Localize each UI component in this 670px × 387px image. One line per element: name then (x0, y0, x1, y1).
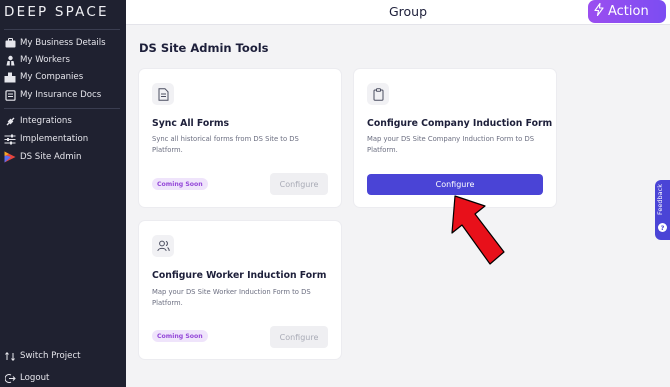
sidebar-item-my-workers[interactable]: My Workers (4, 52, 70, 68)
sidebar-item-label: My Business Details (20, 38, 106, 48)
card-configure-company-induction-form: Configure Company Induction Form Map you… (354, 69, 556, 207)
sidebar: DEEP SPACE My Business Details My Worker… (0, 0, 126, 387)
card-description: Map your DS Site Company Induction Form … (367, 135, 535, 154)
sidebar-item-label: Implementation (20, 134, 89, 144)
briefcase-icon (4, 37, 16, 49)
sidebar-item-label: Logout (20, 373, 50, 383)
lightning-icon (594, 2, 604, 20)
card-sync-all-forms: Sync All Forms Sync all historical forms… (139, 69, 341, 207)
card-title: Configure Worker Induction Form (152, 270, 327, 281)
sliders-icon (4, 133, 16, 145)
coming-soon-badge: Coming Soon (152, 330, 208, 342)
card-title: Sync All Forms (152, 118, 230, 129)
document-icon (4, 89, 16, 101)
page-title: DS Site Admin Tools (139, 41, 269, 55)
sidebar-divider (4, 108, 120, 109)
page-header-title: Group (388, 4, 428, 19)
card-description: Map your DS Site Worker Induction Form t… (152, 288, 311, 307)
users-icon (152, 235, 174, 257)
action-button[interactable]: Action (588, 0, 666, 23)
sidebar-item-logout[interactable]: Logout (4, 370, 49, 386)
document-icon (152, 83, 174, 105)
users-icon (4, 54, 16, 66)
card-title: Configure Company Induction Form (367, 118, 553, 129)
logout-icon (4, 372, 16, 384)
sidebar-item-my-insurance-docs[interactable]: My Insurance Docs (4, 87, 101, 103)
card-description: Sync all historical forms from DS Site t… (152, 135, 299, 154)
ds-logo-icon (4, 151, 16, 163)
configure-button[interactable]: Configure (270, 173, 328, 195)
action-button-label: Action (608, 4, 649, 19)
feedback-label: Feedback (656, 184, 664, 215)
annotation-arrow (451, 195, 505, 265)
sidebar-item-my-companies[interactable]: My Companies (4, 69, 83, 85)
sidebar-item-implementation[interactable]: Implementation (4, 131, 88, 147)
building-icon (4, 71, 16, 83)
configure-button[interactable]: Configure (270, 326, 328, 348)
sidebar-divider (4, 29, 120, 30)
sidebar-item-label: Integrations (20, 116, 72, 126)
sidebar-item-label: DS Site Admin (20, 152, 82, 162)
sidebar-item-label: My Companies (20, 72, 84, 82)
sidebar-item-integrations[interactable]: Integrations (4, 113, 72, 129)
sidebar-item-my-business-details[interactable]: My Business Details (4, 35, 106, 51)
sidebar-item-label: My Insurance Docs (20, 90, 102, 100)
clipboard-icon (367, 83, 389, 105)
help-icon: ? (658, 223, 667, 232)
coming-soon-badge: Coming Soon (152, 178, 208, 190)
app-logo[interactable]: DEEP SPACE (4, 4, 109, 20)
sidebar-item-switch-project[interactable]: Switch Project (4, 348, 81, 364)
card-configure-worker-induction-form: Configure Worker Induction Form Map your… (139, 221, 341, 359)
switch-icon (4, 350, 16, 362)
plug-icon (4, 115, 16, 127)
sidebar-item-label: My Workers (20, 55, 70, 65)
sidebar-item-ds-site-admin[interactable]: DS Site Admin (4, 149, 81, 165)
sidebar-item-label: Switch Project (20, 351, 81, 361)
